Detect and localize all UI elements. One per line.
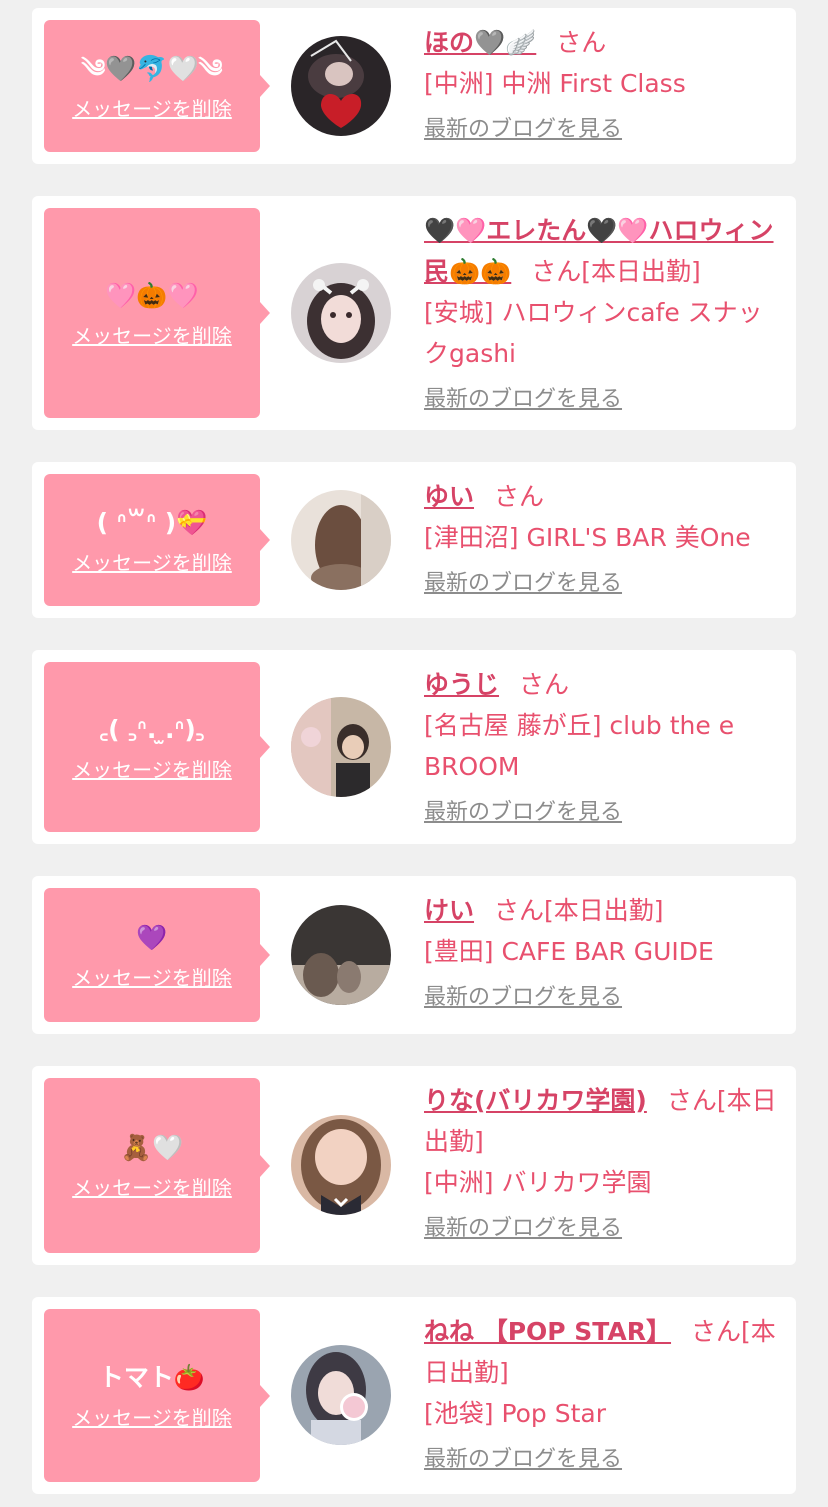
shop-name: [中洲] バリカワ学園: [424, 1168, 652, 1197]
message-card: ( ᐢ꒳ᐢ )💝 メッセージを削除 ゆい さん [津田沼] GIRL'S BAR …: [32, 462, 796, 618]
san-label: さん: [519, 670, 570, 699]
latest-blog-link[interactable]: 最新のブログを見る: [424, 112, 622, 148]
avatar[interactable]: [291, 1115, 391, 1215]
message-card: ꜀( ꜆ᐢ. ̫.ᐢ)꜆ メッセージを削除 ゆうじ さん [名古屋 藤が丘] cl…: [32, 650, 796, 844]
san-label: さん: [691, 1317, 742, 1346]
cast-name-line: ゆい さん: [424, 476, 782, 517]
cast-name-line: 🖤🩷エレたん🖤🩷ハロウィン民🎃🎃 さん[本日出勤]: [424, 210, 782, 292]
message-card: ༄🩶🐬🤍༄ メッセージを削除 ほの🩶🪽 さん [中洲] 中洲 First Clas…: [32, 8, 796, 164]
delete-message-link[interactable]: メッセージを削除: [72, 93, 232, 122]
status-label: [本日出勤]: [581, 257, 701, 286]
cast-name-link[interactable]: ねね 【POP STAR】: [424, 1317, 671, 1346]
delete-message-link[interactable]: メッセージを削除: [72, 1402, 232, 1431]
message-bubble: ༄🩶🐬🤍༄ メッセージを削除: [44, 20, 270, 152]
message-text: ꜀( ꜆ᐢ. ̫.ᐢ)꜆: [99, 714, 205, 744]
latest-blog-link[interactable]: 最新のブログを見る: [424, 566, 622, 602]
delete-message-link[interactable]: メッセージを削除: [72, 547, 232, 576]
message-text: 🧸🤍: [120, 1133, 184, 1162]
cast-name-link[interactable]: ゆうじ: [424, 670, 499, 699]
latest-blog-link[interactable]: 最新のブログを見る: [424, 980, 622, 1016]
cast-name-link[interactable]: けい: [424, 896, 474, 925]
cast-info: ねね 【POP STAR】 さん[本日出勤] [池袋] Pop Star 最新のブ…: [424, 1311, 782, 1478]
cast-name-link[interactable]: ほの🩶🪽: [424, 28, 536, 57]
cast-info: ゆうじ さん [名古屋 藤が丘] club the e BROOM 最新のブログを…: [424, 664, 782, 831]
avatar[interactable]: [291, 490, 391, 590]
message-bubble: ꜀( ꜆ᐢ. ̫.ᐢ)꜆ メッセージを削除: [44, 662, 270, 832]
avatar[interactable]: [291, 1345, 391, 1445]
message-card: 🩷🎃🩷 メッセージを削除 🖤🩷エレたん🖤🩷ハロウィン民🎃🎃 さん[本日出勤] [安…: [32, 196, 796, 430]
message-text: トマト🍅: [98, 1363, 206, 1392]
shop-name: [名古屋 藤が丘] club the e BROOM: [424, 711, 735, 781]
message-text: ( ᐢ꒳ᐢ )💝: [96, 507, 208, 537]
san-label: さん: [494, 896, 545, 925]
message-text: ༄🩶🐬🤍༄: [81, 53, 223, 83]
latest-blog-link[interactable]: 最新のブログを見る: [424, 1211, 622, 1247]
cast-info: ほの🩶🪽 さん [中洲] 中洲 First Class 最新のブログを見る: [424, 22, 782, 148]
shop-name: [中洲] 中洲 First Class: [424, 69, 686, 98]
san-label: さん: [494, 482, 545, 511]
delete-message-link[interactable]: メッセージを削除: [72, 754, 232, 783]
cast-name-line: けい さん[本日出勤]: [424, 890, 782, 931]
delete-message-link[interactable]: メッセージを削除: [72, 962, 232, 991]
latest-blog-link[interactable]: 最新のブログを見る: [424, 795, 622, 831]
message-bubble: トマト🍅 メッセージを削除: [44, 1309, 270, 1482]
status-label: [本日出勤]: [544, 896, 664, 925]
message-text: 🩷🎃🩷: [105, 280, 199, 310]
message-card: 🧸🤍 メッセージを削除 りな(バリカワ学園) さん[本日出勤] [中洲] バリカワ…: [32, 1066, 796, 1265]
message-card: 💜 メッセージを削除 けい さん[本日出勤] [豊田] CAFE BAR GUID…: [32, 876, 796, 1034]
cast-info: けい さん[本日出勤] [豊田] CAFE BAR GUIDE 最新のブログを見る: [424, 890, 782, 1016]
message-list: ༄🩶🐬🤍༄ メッセージを削除 ほの🩶🪽 さん [中洲] 中洲 First Clas…: [0, 0, 828, 1507]
shop-name: [池袋] Pop Star: [424, 1399, 607, 1428]
message-bubble: 💜 メッセージを削除: [44, 888, 270, 1022]
shop-name: [津田沼] GIRL'S BAR 美One: [424, 523, 751, 552]
cast-info: りな(バリカワ学園) さん[本日出勤] [中洲] バリカワ学園 最新のブログを見る: [424, 1080, 782, 1247]
message-bubble: ( ᐢ꒳ᐢ )💝 メッセージを削除: [44, 474, 270, 606]
san-label: さん: [531, 257, 582, 286]
delete-message-link[interactable]: メッセージを削除: [72, 320, 232, 349]
message-bubble: 🧸🤍 メッセージを削除: [44, 1078, 270, 1253]
avatar[interactable]: [291, 697, 391, 797]
cast-name-line: ゆうじ さん: [424, 664, 782, 705]
cast-name-line: ねね 【POP STAR】 さん[本日出勤]: [424, 1311, 782, 1393]
cast-name-link[interactable]: りな(バリカワ学園): [424, 1086, 647, 1115]
san-label: さん: [556, 28, 607, 57]
message-card: トマト🍅 メッセージを削除 ねね 【POP STAR】 さん[本日出勤] [池袋]…: [32, 1297, 796, 1494]
cast-info: ゆい さん [津田沼] GIRL'S BAR 美One 最新のブログを見る: [424, 476, 782, 602]
cast-name-link[interactable]: ゆい: [424, 482, 474, 511]
message-bubble: 🩷🎃🩷 メッセージを削除: [44, 208, 270, 418]
shop-name: [豊田] CAFE BAR GUIDE: [424, 937, 714, 966]
cast-name-line: りな(バリカワ学園) さん[本日出勤]: [424, 1080, 782, 1162]
san-label: さん: [666, 1086, 717, 1115]
cast-info: 🖤🩷エレたん🖤🩷ハロウィン民🎃🎃 さん[本日出勤] [安城] ハロウィンcafe …: [424, 210, 782, 418]
latest-blog-link[interactable]: 最新のブログを見る: [424, 382, 622, 418]
avatar[interactable]: [291, 36, 391, 136]
cast-name-line: ほの🩶🪽 さん: [424, 22, 782, 63]
message-text: 💜: [136, 922, 168, 952]
avatar[interactable]: [291, 263, 391, 363]
delete-message-link[interactable]: メッセージを削除: [72, 1172, 232, 1201]
avatar[interactable]: [291, 905, 391, 1005]
latest-blog-link[interactable]: 最新のブログを見る: [424, 1442, 622, 1478]
shop-name: [安城] ハロウィンcafe スナックgashi: [424, 298, 763, 368]
